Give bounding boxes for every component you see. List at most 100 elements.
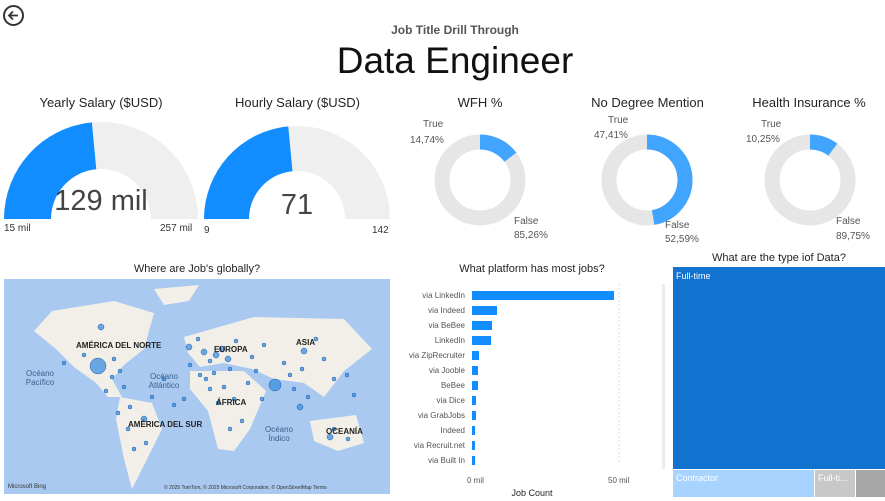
bar-category-label: via ZipRecruiter [408,351,465,360]
bar-row[interactable]: LinkedIn [402,333,642,348]
map-marker[interactable] [197,372,203,378]
continent-label: ASIA [296,338,316,347]
bar[interactable] [472,426,476,435]
bar-row[interactable]: via Built In [402,453,642,468]
map-marker[interactable] [187,362,193,368]
map-marker[interactable] [89,357,107,375]
map-marker[interactable] [299,366,305,372]
map-marker[interactable] [351,392,357,398]
map-marker[interactable] [259,396,265,402]
map-marker[interactable] [207,358,213,364]
health-insurance-false-label: False [836,216,861,227]
map-marker[interactable] [249,354,255,360]
donut-true-segment [809,134,838,156]
map-marker[interactable] [115,410,121,416]
map-marker[interactable] [287,372,293,378]
map-marker[interactable] [207,386,213,392]
map-marker[interactable] [224,355,232,363]
bar-row[interactable]: via Indeed [402,303,642,318]
map-marker[interactable] [227,366,233,372]
health-insurance-donut [764,134,856,226]
map-marker[interactable] [200,348,208,356]
ocean-label: Océano Índico [264,425,294,443]
map-marker[interactable] [195,336,201,342]
map-marker[interactable] [171,402,177,408]
map-marker[interactable] [253,368,259,374]
bar-row[interactable]: via Jooble [402,363,642,378]
treemap-cell-contractor[interactable]: Contractor [673,470,814,497]
map-marker[interactable] [291,386,297,392]
map-marker[interactable] [300,347,308,355]
bar[interactable] [472,366,479,375]
bar[interactable] [472,291,615,300]
bar[interactable] [472,381,479,390]
map-marker[interactable] [81,352,87,358]
donut-true-segment [479,134,517,163]
bar[interactable] [472,321,493,330]
map-marker[interactable] [245,380,251,386]
map-marker[interactable] [127,404,133,410]
map-marker[interactable] [185,343,193,351]
map-marker[interactable] [233,338,239,344]
bar-row[interactable]: via ZipRecruiter [402,348,642,363]
bar[interactable] [472,351,480,360]
bar-row[interactable]: via BeBee [402,318,642,333]
bar-row[interactable]: via GrabJobs [402,408,642,423]
bar-category-label: Indeed [440,426,465,435]
donut-false-segment [764,134,856,226]
map-marker[interactable] [221,384,227,390]
map-marker[interactable] [143,440,149,446]
bar[interactable] [472,396,477,405]
yearly-salary-max: 257 mil [160,223,193,234]
bar[interactable] [472,336,491,345]
map-marker[interactable] [344,372,350,378]
map-marker[interactable] [111,356,117,362]
bar-category-label: LinkedIn [434,336,465,345]
bar-row[interactable]: BeBee [402,378,642,393]
world-map[interactable]: AMÉRICA DEL NORTE EUROPA ASIA ÁFRICA AMÉ… [4,279,390,494]
map-marker[interactable] [345,436,351,442]
map-marker[interactable] [121,384,127,390]
job-location-markers[interactable] [4,279,390,494]
treemap-cell-other[interactable] [856,470,885,497]
bar-row[interactable]: via Recruit.net [402,438,642,453]
bar[interactable] [472,456,475,465]
wfh-title: WFH % [457,95,503,110]
map-marker[interactable] [321,356,327,362]
map-marker[interactable] [109,374,115,380]
map-marker[interactable] [261,342,267,348]
map-marker[interactable] [103,388,109,394]
platform-chart-title: What platform has most jobs? [459,263,605,275]
map-attribution[interactable]: © 2025 TomTom, © 2025 Microsoft Corporat… [164,485,327,491]
bar[interactable] [472,306,497,315]
map-marker[interactable] [268,378,282,392]
health-insurance-false-value: 89,75% [836,231,870,242]
map-marker[interactable] [131,446,137,452]
map-marker[interactable] [181,396,187,402]
map-marker[interactable] [203,376,209,382]
map-marker[interactable] [61,360,67,366]
chart-scrollbar[interactable] [662,284,665,469]
map-marker[interactable] [281,360,287,366]
yearly-salary-title: Yearly Salary ($USD) [39,95,163,110]
map-marker[interactable] [211,370,217,376]
map-marker[interactable] [117,368,123,374]
map-marker[interactable] [331,376,337,382]
map-marker[interactable] [149,394,155,400]
map-marker[interactable] [97,323,105,331]
no-degree-false-label: False [665,220,690,231]
map-marker[interactable] [227,426,233,432]
bar-category-label: via Jooble [428,366,465,375]
treemap-cell-full-time-part[interactable]: Full-ti... [815,470,855,497]
bar[interactable] [472,411,476,420]
bing-logo: Microsoft Bing [8,484,47,490]
treemap-cell-full-time[interactable]: Full-time [673,267,885,469]
map-marker[interactable] [296,403,304,411]
map-marker[interactable] [239,418,245,424]
bar-row[interactable]: Indeed [402,423,642,438]
map-marker[interactable] [305,394,311,400]
bar-row[interactable]: via Dice [402,393,642,408]
bar[interactable] [472,441,475,450]
no-degree-donut [601,134,693,226]
bar-row[interactable]: via LinkedIn [402,288,642,303]
